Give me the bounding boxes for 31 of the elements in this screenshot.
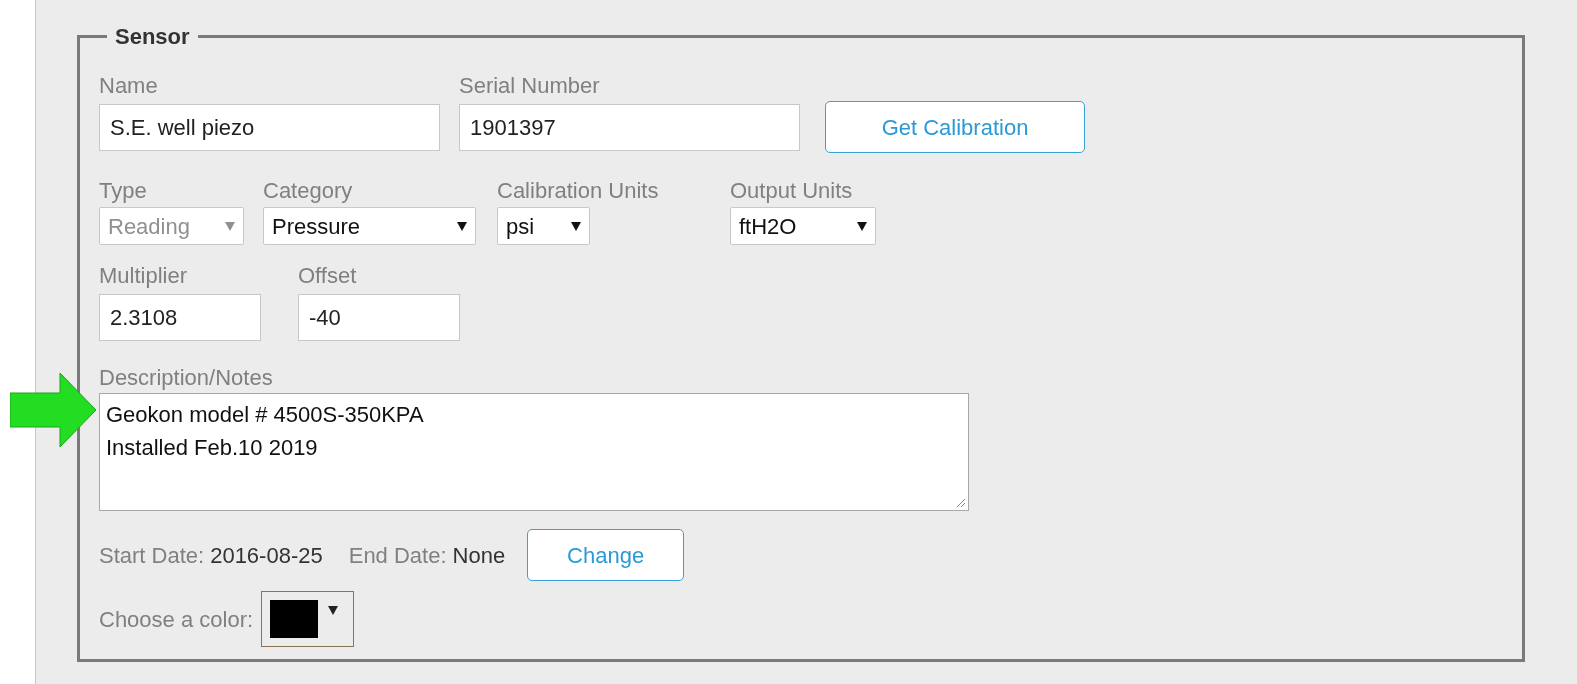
select-field[interactable]: psi <box>497 207 590 245</box>
caret-icon <box>457 221 467 231</box>
field-label: Description/Notes <box>99 364 274 392</box>
field-label: Name <box>99 72 159 100</box>
resize-grip-icon <box>956 498 966 508</box>
input-field[interactable]: 1901397 <box>459 104 800 151</box>
arrow-icon <box>10 373 96 447</box>
select-field[interactable]: Pressure <box>263 207 476 245</box>
caret-icon <box>857 221 867 231</box>
field-label: Category <box>263 177 354 205</box>
input-field[interactable]: S.E. well piezo <box>99 104 440 151</box>
end-date-label: End Date: <box>348 541 447 570</box>
panel-legend: Sensor <box>107 20 198 53</box>
select-field[interactable]: ftH2O <box>730 207 876 245</box>
color-picker[interactable] <box>261 591 355 647</box>
caret-icon <box>571 221 581 231</box>
end-date-value: None <box>452 541 506 570</box>
input-field[interactable]: -40 <box>298 294 460 341</box>
field-label: Serial Number <box>459 72 601 100</box>
field-label: Offset <box>298 262 358 290</box>
color-label: Choose a color: <box>99 605 254 634</box>
field-label: Type <box>99 177 148 205</box>
field-label: Calibration Units <box>497 177 660 205</box>
start-date-label: Start Date: <box>99 541 205 570</box>
caret-icon <box>225 221 235 231</box>
field-label: Multiplier <box>99 262 189 290</box>
field-label: Output Units <box>730 177 854 205</box>
caret-icon <box>328 606 339 615</box>
input-field[interactable]: 2.3108 <box>99 294 261 341</box>
notes-textarea[interactable]: Geokon model # 4500S-350KPA Installed Feb.10 2019 <box>99 393 969 511</box>
start-date-value: 2016-08-25 <box>210 541 323 570</box>
